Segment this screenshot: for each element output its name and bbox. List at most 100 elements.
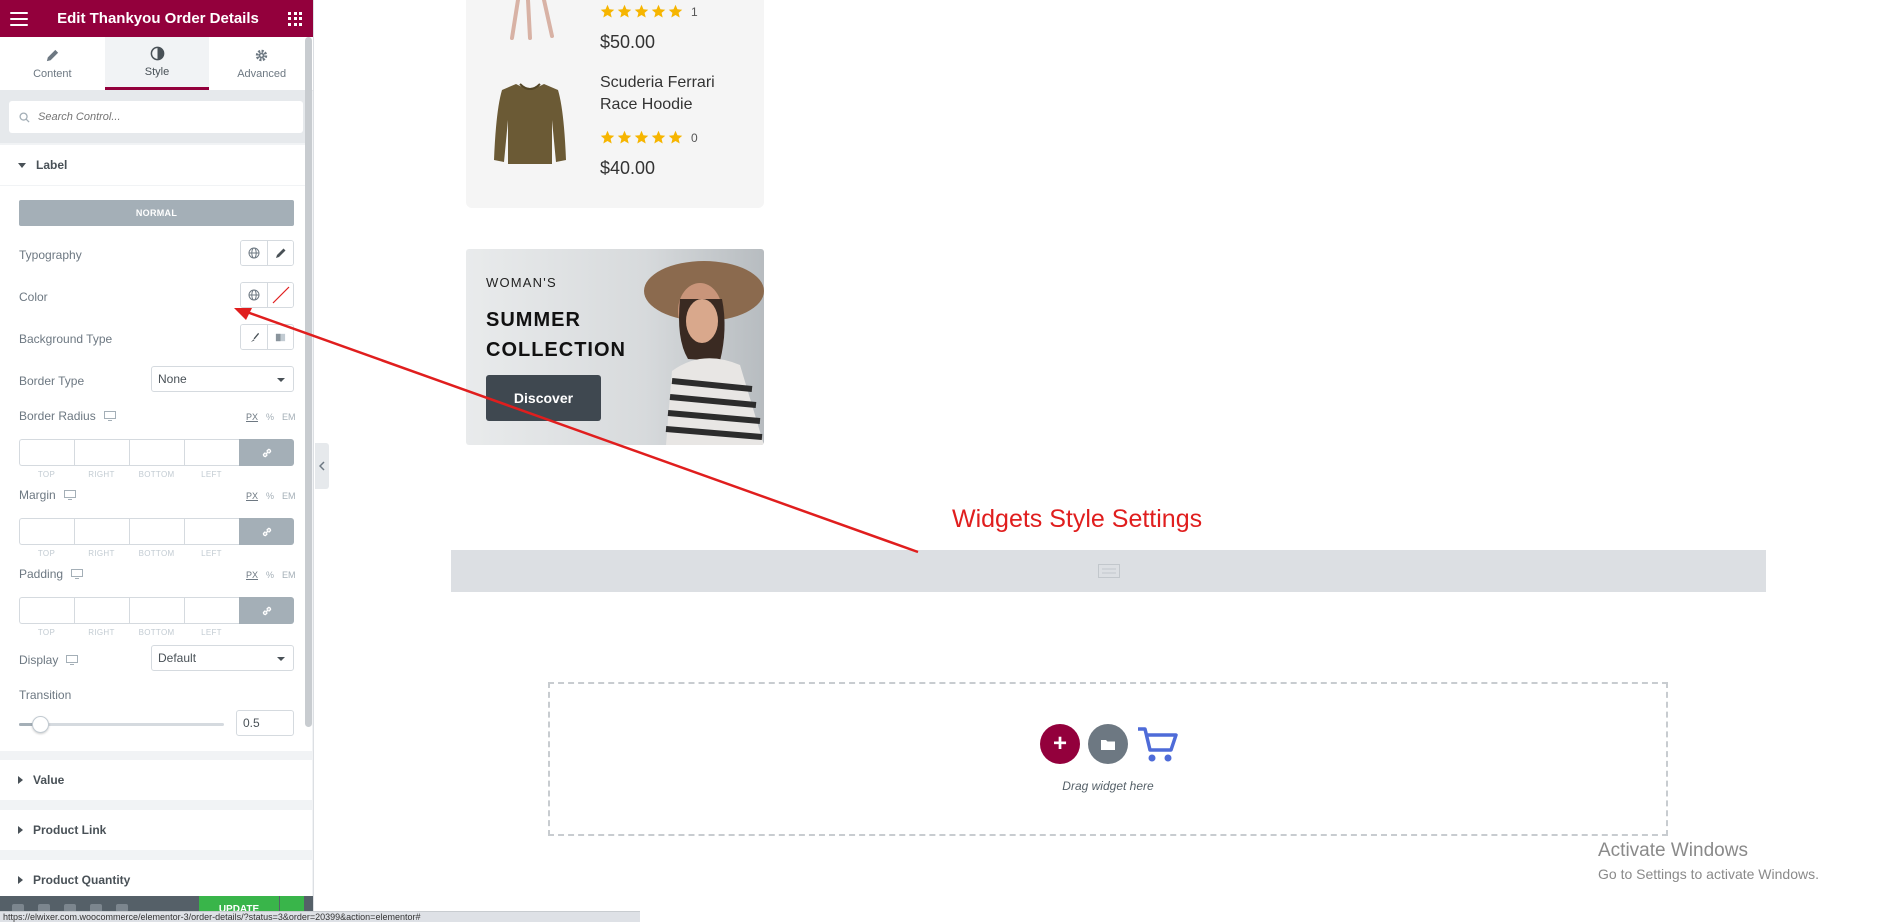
dimension-top-input[interactable] [19, 518, 74, 545]
link-values-button[interactable] [239, 518, 294, 545]
section-label-body: NORMAL Typography Color Background Type … [0, 186, 312, 751]
widgets-grid-icon[interactable] [288, 11, 302, 26]
editor-panel: Edit Thankyou Order Details Content Styl… [0, 0, 314, 922]
transition-label: Transition [19, 688, 72, 702]
unit-em[interactable]: EM [282, 570, 296, 580]
display-select[interactable]: Default [151, 645, 294, 671]
section-label-header[interactable]: Label [0, 145, 312, 185]
border-type-value: None [158, 372, 187, 386]
dimension-label-top: TOP [37, 549, 56, 558]
add-template-button[interactable] [1088, 724, 1128, 764]
brush-icon[interactable] [241, 325, 267, 349]
dimension-right-input[interactable] [74, 439, 129, 466]
product-name[interactable]: Scuderia Ferrari Race Hoodie [600, 72, 740, 116]
edit-pencil-icon[interactable] [267, 241, 293, 265]
dimension-top-input[interactable] [19, 439, 74, 466]
dimension-label-top: TOP [37, 470, 56, 479]
chevron-left-icon [319, 461, 325, 471]
transition-slider-handle[interactable] [31, 716, 49, 733]
folder-icon [1101, 739, 1115, 750]
unit-em[interactable]: EM [282, 412, 296, 422]
product-image[interactable] [492, 80, 568, 168]
search-bar [0, 91, 312, 143]
section-product-quantity-header[interactable]: Product Quantity [0, 860, 312, 900]
dimension-bottom-input[interactable] [129, 597, 184, 624]
add-section-button[interactable]: + [1040, 724, 1080, 764]
product-rating: 1 [600, 4, 698, 19]
panel-scrollbar[interactable] [305, 37, 312, 727]
activation-title: Activate Windows [1598, 840, 1748, 861]
link-values-button[interactable] [239, 597, 294, 624]
gradient-icon[interactable] [267, 325, 293, 349]
browser-status-url: https://elwixer.com.woocommerce/elemento… [0, 911, 640, 922]
unit-px[interactable]: PX [246, 491, 258, 501]
unit-px[interactable]: PX [246, 412, 258, 422]
star-icon [651, 4, 666, 18]
chevron-down-icon [277, 657, 285, 661]
drop-zone-text: Drag widget here [1062, 779, 1154, 793]
banner-title: SUMMER COLLECTION [486, 309, 626, 361]
unit-percent[interactable]: % [266, 570, 274, 580]
margin-inputs [19, 518, 294, 545]
discover-button[interactable]: Discover [486, 375, 601, 421]
tab-advanced[interactable]: Advanced [209, 37, 313, 90]
background-type-controls [240, 324, 294, 350]
section-label-title: Label [36, 158, 68, 172]
unit-px[interactable]: PX [246, 570, 258, 580]
dimension-label-right: RIGHT [88, 470, 115, 479]
color-picker-swatch[interactable] [267, 283, 293, 307]
section-product-link-header[interactable]: Product Link [0, 810, 312, 850]
hamburger-menu-icon[interactable] [10, 11, 28, 26]
link-values-button[interactable] [239, 439, 294, 466]
border-type-select[interactable]: None [151, 366, 294, 392]
dimension-left-input[interactable] [184, 597, 239, 624]
border-radius-text: Border Radius [19, 409, 96, 423]
dimension-right-input[interactable] [74, 518, 129, 545]
dimension-bottom-input[interactable] [129, 439, 184, 466]
product-price: $40.00 [600, 158, 656, 178]
dimension-top-input[interactable] [19, 597, 74, 624]
desktop-icon [66, 655, 79, 665]
border-radius-label: Border Radius [19, 409, 116, 423]
unit-percent[interactable]: % [266, 491, 274, 501]
panel-collapse-handle[interactable] [315, 443, 329, 489]
cart-icon[interactable] [1136, 724, 1178, 764]
dimension-right-input[interactable] [74, 597, 129, 624]
margin-dimension-labels: TOP RIGHT BOTTOM LEFT [19, 549, 239, 558]
transition-input[interactable]: 0.5 [236, 710, 294, 736]
drop-zone[interactable]: + Drag widget here [548, 682, 1668, 836]
transition-slider[interactable] [19, 716, 224, 733]
product-price: $50.00 [600, 32, 656, 52]
globe-icon[interactable] [241, 283, 267, 307]
tab-style[interactable]: Style [104, 37, 210, 90]
dimension-left-input[interactable] [184, 518, 239, 545]
margin-units: PX % EM [246, 491, 296, 501]
menu-widget-icon [1097, 564, 1120, 578]
tab-content-label: Content [33, 67, 72, 80]
unit-em[interactable]: EM [282, 491, 296, 501]
star-icon [600, 4, 615, 18]
tab-style-label: Style [144, 66, 170, 78]
section-product-link-title: Product Link [33, 823, 107, 837]
caret-right-icon [18, 876, 23, 884]
panel-tabs: Content Style Advanced [0, 37, 313, 91]
link-icon [262, 606, 271, 615]
globe-icon[interactable] [241, 241, 267, 265]
dimension-left-input[interactable] [184, 439, 239, 466]
tab-content[interactable]: Content [0, 37, 105, 90]
product-image[interactable] [506, 0, 566, 40]
products-widget: 1 $50.00 Scuderia Ferrari Race Hoodie 0 … [466, 0, 764, 208]
section-value-header[interactable]: Value [0, 760, 312, 800]
border-radius-dimension-labels: TOP RIGHT BOTTOM LEFT [19, 470, 239, 479]
normal-state-tab[interactable]: NORMAL [19, 200, 294, 226]
unit-percent[interactable]: % [266, 412, 274, 422]
order-details-widget-placeholder[interactable] [451, 550, 1766, 592]
border-type-label: Border Type [19, 374, 85, 388]
star-icon [634, 4, 649, 18]
search-input[interactable] [38, 111, 278, 123]
display-value: Default [158, 651, 197, 665]
margin-text: Margin [19, 488, 56, 502]
dimension-bottom-input[interactable] [129, 518, 184, 545]
dimension-label-left: LEFT [201, 470, 222, 479]
pencil-icon [46, 49, 58, 61]
